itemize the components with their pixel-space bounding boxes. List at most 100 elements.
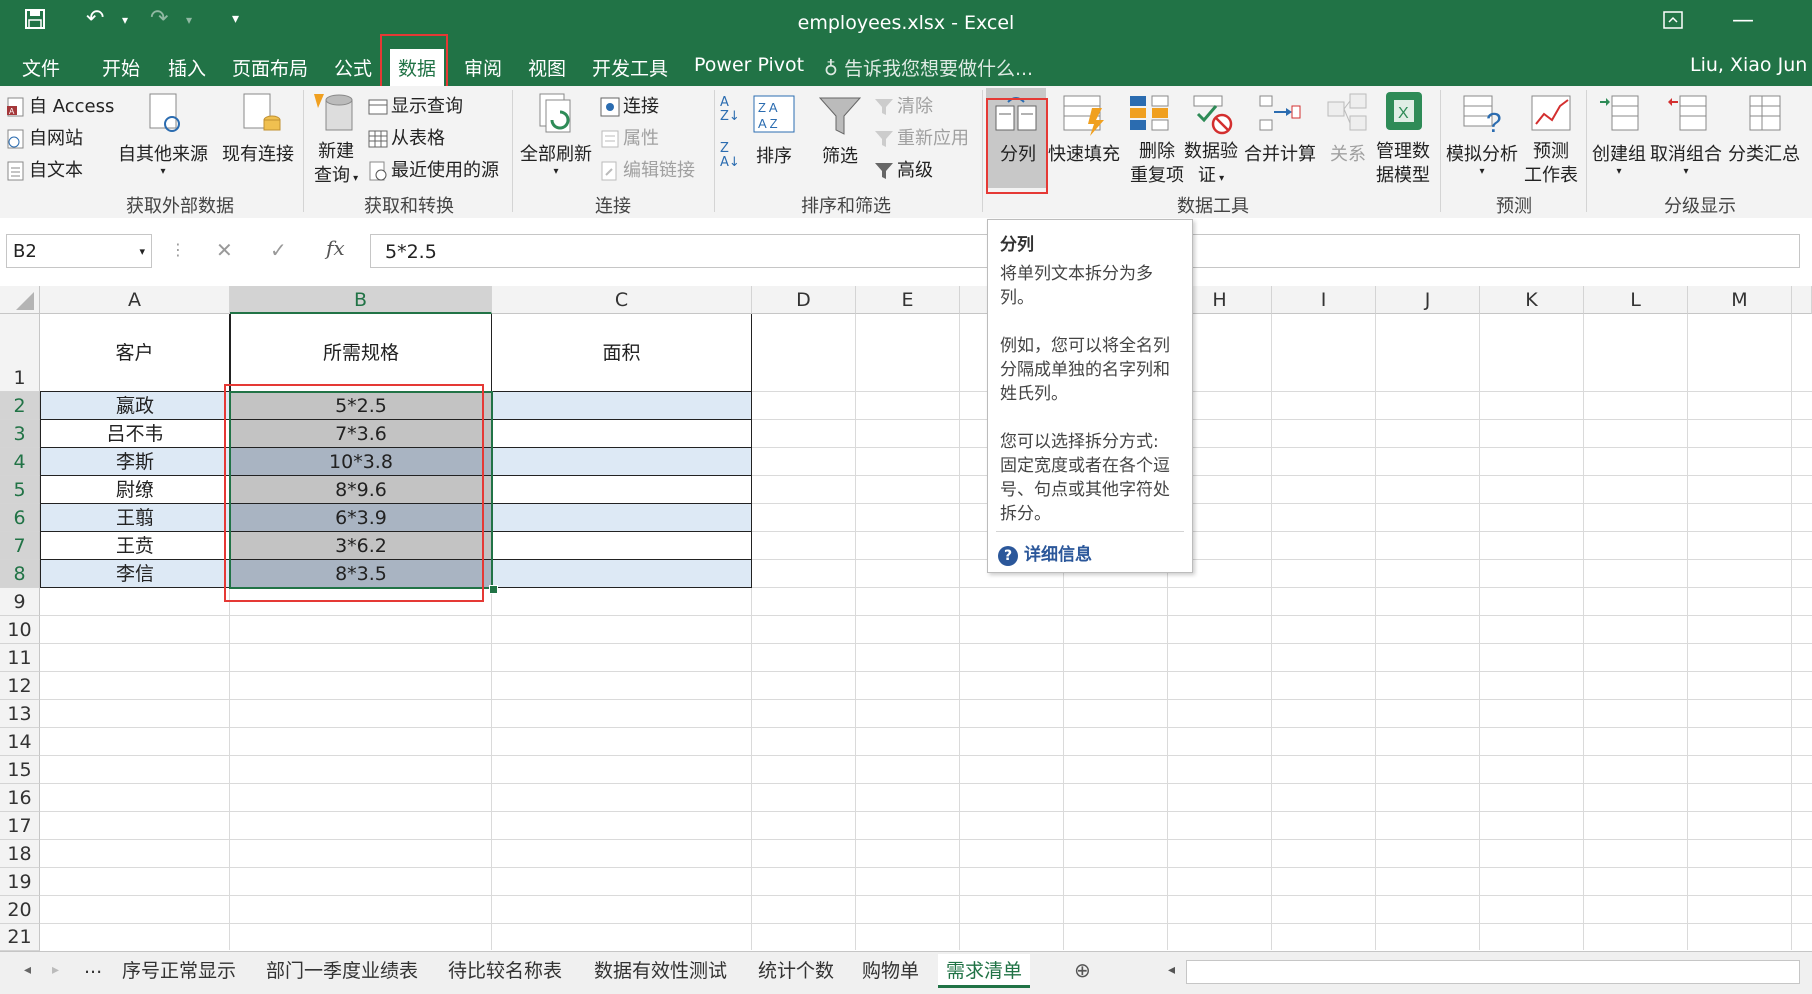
scroll-left-icon[interactable]: ◂ — [24, 962, 31, 978]
cell-a2[interactable]: 嬴政 — [40, 392, 230, 420]
row-header-13[interactable]: 13 — [0, 700, 40, 728]
create-group-button[interactable]: 创建组 ▾ — [1592, 140, 1646, 177]
header-cell-spec[interactable]: 所需规格 — [230, 314, 492, 392]
row-header-14[interactable]: 14 — [0, 728, 40, 756]
row-header-20[interactable]: 20 — [0, 896, 40, 924]
sheet-tab[interactable]: 待比较名称表 — [448, 956, 562, 983]
connections-button[interactable]: 连接 — [600, 92, 659, 118]
cell-c2[interactable] — [492, 392, 752, 420]
from-access-button[interactable]: A自 Access — [6, 92, 114, 118]
sheet-tab[interactable]: 序号正常显示 — [122, 956, 236, 983]
remove-duplicates-button[interactable]: 删除 重复项 — [1130, 140, 1184, 188]
row-header-11[interactable]: 11 — [0, 644, 40, 672]
from-table-button[interactable]: 从表格 — [368, 124, 445, 150]
row-header-8[interactable]: 8 — [0, 560, 40, 588]
column-header-e[interactable]: E — [856, 286, 960, 314]
header-cell-area[interactable]: 面积 — [492, 314, 752, 392]
row-header-18[interactable]: 18 — [0, 840, 40, 868]
column-header-l[interactable]: L — [1584, 286, 1688, 314]
column-header-k[interactable]: K — [1480, 286, 1584, 314]
cell-a8[interactable]: 李信 — [40, 560, 230, 588]
column-header-b[interactable]: B — [230, 286, 492, 314]
user-name[interactable]: Liu, Xiao Jun — [1690, 54, 1807, 76]
row-header-5[interactable]: 5 — [0, 476, 40, 504]
sheet-tab-active[interactable]: 需求清单 — [938, 954, 1031, 988]
row-header-21[interactable]: 21 — [0, 924, 40, 951]
row-header-17[interactable]: 17 — [0, 812, 40, 840]
menu-insert[interactable]: 插入 — [168, 54, 206, 81]
subtotal-button[interactable]: 分类汇总 — [1728, 140, 1800, 166]
filter-button[interactable]: 筛选 — [822, 142, 858, 168]
cell-a7[interactable]: 王贲 — [40, 532, 230, 560]
cell-c8[interactable] — [492, 560, 752, 588]
column-header-a[interactable]: A — [40, 286, 230, 314]
row-header-9[interactable]: 9 — [0, 588, 40, 616]
tooltip-more-info-link[interactable]: ? 详细信息 — [998, 540, 1092, 566]
cell-a6[interactable]: 王翦 — [40, 504, 230, 532]
row-header-19[interactable]: 19 — [0, 868, 40, 896]
horizontal-scrollbar[interactable] — [1186, 960, 1800, 984]
menu-page-layout[interactable]: 页面布局 — [232, 54, 308, 81]
cell-c6[interactable] — [492, 504, 752, 532]
row-header-12[interactable]: 12 — [0, 672, 40, 700]
fill-handle[interactable] — [489, 585, 498, 594]
reapply-button[interactable]: 重新应用 — [874, 124, 969, 150]
flash-fill-button[interactable]: 快速填充 — [1048, 140, 1120, 166]
menu-formulas[interactable]: 公式 — [334, 54, 372, 81]
forecast-sheet-button[interactable]: 预测 工作表 — [1524, 140, 1578, 188]
new-query-button[interactable]: 新建 查询 ▾ — [314, 140, 358, 191]
add-sheet-icon[interactable]: ⊕ — [1074, 958, 1091, 982]
other-sources-button[interactable]: 自其他来源 ▾ — [118, 140, 208, 177]
existing-connections-button[interactable]: 现有连接 — [222, 140, 294, 166]
row-header-7[interactable]: 7 — [0, 532, 40, 560]
cell-c3[interactable] — [492, 420, 752, 448]
sort-descending-icon[interactable]: Z A↓ — [720, 142, 740, 170]
header-cell-customer[interactable]: 客户 — [40, 314, 230, 392]
refresh-all-button[interactable]: 全部刷新 ▾ — [520, 140, 592, 177]
menu-file[interactable]: 文件 — [22, 54, 60, 81]
consolidate-button[interactable]: 合并计算 — [1244, 140, 1316, 166]
cell-a5[interactable]: 尉缭 — [40, 476, 230, 504]
column-header-c[interactable]: C — [492, 286, 752, 314]
hscroll-left-icon[interactable]: ◂ — [1168, 962, 1175, 978]
row-header-16[interactable]: 16 — [0, 784, 40, 812]
recent-sources-button[interactable]: 最近使用的源 — [368, 156, 499, 182]
ungroup-button[interactable]: 取消组合 ▾ — [1650, 140, 1722, 177]
from-text-button[interactable]: 自文本 — [6, 156, 83, 182]
cell-c5[interactable] — [492, 476, 752, 504]
menu-view[interactable]: 视图 — [528, 54, 566, 81]
select-all-corner[interactable] — [0, 286, 40, 314]
row-header-1[interactable]: 1 — [0, 314, 40, 392]
tell-me-box[interactable]: ♁ 告诉我您想要做什么... — [824, 54, 1033, 81]
cell-a4[interactable]: 李斯 — [40, 448, 230, 476]
sort-ascending-icon[interactable]: A Z↓ — [720, 96, 740, 124]
sheet-tab[interactable]: 部门一季度业绩表 — [266, 956, 418, 983]
row-header-4[interactable]: 4 — [0, 448, 40, 476]
manage-data-model-button[interactable]: 管理数 据模型 — [1376, 140, 1430, 188]
what-if-button[interactable]: 模拟分析 ▾ — [1446, 140, 1518, 177]
data-validation-button[interactable]: 数据验 证 ▾ — [1184, 140, 1238, 191]
clear-filter-button[interactable]: 清除 — [874, 92, 933, 118]
show-queries-button[interactable]: 显示查询 — [368, 92, 463, 118]
relationships-button[interactable]: 关系 — [1330, 140, 1366, 166]
column-header-j[interactable]: J — [1376, 286, 1480, 314]
insert-function-icon[interactable]: fx — [326, 236, 345, 260]
cancel-icon[interactable]: ✕ — [216, 238, 233, 262]
row-header-2[interactable]: 2 — [0, 392, 40, 420]
edit-links-button[interactable]: 编辑链接 — [600, 156, 695, 182]
name-box[interactable]: B2 ▾ — [6, 234, 152, 268]
cell-c7[interactable] — [492, 532, 752, 560]
more-sheets-icon[interactable]: ... — [84, 956, 102, 978]
sheet-tab[interactable]: 购物单 — [862, 956, 919, 983]
column-header-i[interactable]: I — [1272, 286, 1376, 314]
advanced-filter-button[interactable]: 高级 — [874, 156, 933, 182]
cell-a3[interactable]: 吕不韦 — [40, 420, 230, 448]
properties-button[interactable]: 属性 — [600, 124, 659, 150]
from-web-button[interactable]: 自网站 — [6, 124, 83, 150]
menu-power-pivot[interactable]: Power Pivot — [694, 54, 804, 76]
row-header-15[interactable]: 15 — [0, 756, 40, 784]
sort-button[interactable]: 排序 — [756, 142, 792, 168]
row-header-6[interactable]: 6 — [0, 504, 40, 532]
sheet-tab[interactable]: 数据有效性测试 — [594, 956, 727, 983]
minimize-icon[interactable]: — — [1732, 8, 1754, 33]
